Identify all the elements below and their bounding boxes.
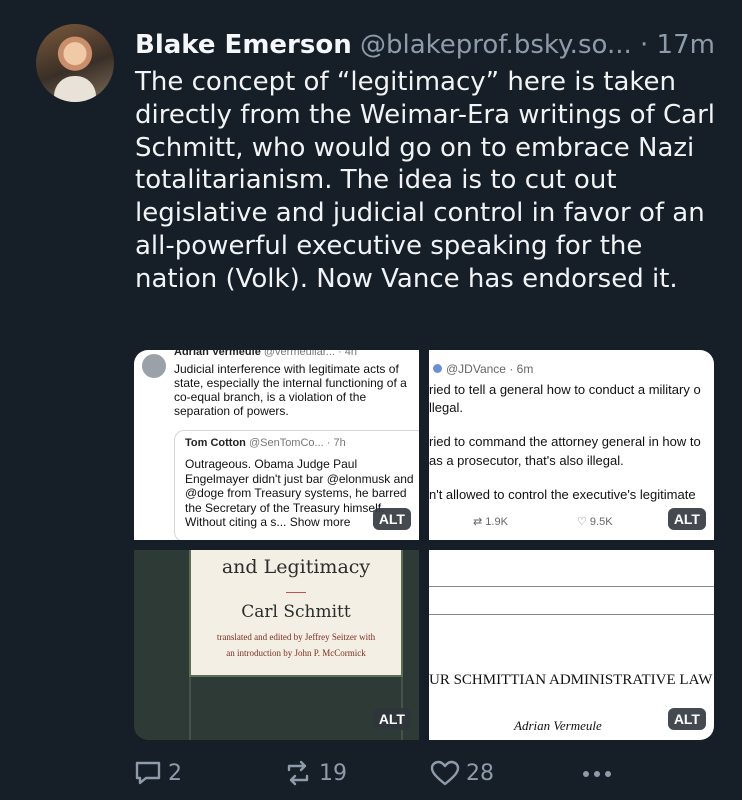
repost-count: 19 <box>319 760 347 786</box>
article-author: Adrian Vermeule <box>514 718 602 733</box>
img1-quote-author: Tom Cotton <box>185 437 246 449</box>
img2-line1: ried to tell a general how to conduct a … <box>429 382 701 397</box>
img1-quote-head: Tom Cotton @SenTomCo... · 7h <box>185 437 346 449</box>
book-rule <box>286 592 306 593</box>
post-header: Blake Emerson @blakeprof.bsky.so... · 17… <box>135 30 715 60</box>
author-handle[interactable]: @blakeprof.bsky.so... <box>360 30 632 60</box>
like-button[interactable]: 28 <box>430 760 494 786</box>
reply-button[interactable]: 2 <box>134 760 182 786</box>
heart-icon <box>430 760 460 786</box>
author-avatar[interactable] <box>36 24 114 102</box>
vermeule-avatar <box>142 354 166 378</box>
img1-quote-handle: @SenTomCo... · 7h <box>248 437 346 449</box>
img2-line5: n't allowed to control the executive's l… <box>429 487 696 502</box>
img2-line3: ried to command the attorney general in … <box>429 434 701 449</box>
reply-count: 2 <box>168 760 182 786</box>
img1-text: Judicial interference with legitimate ac… <box>174 362 407 418</box>
alt-badge-4[interactable]: ALT <box>667 708 706 730</box>
book-credit2: an introduction by John P. McCormick <box>226 648 366 658</box>
img1-handle: @vermeullar... · 4h <box>263 350 357 358</box>
img2-reposts: ⇄ 1.9K <box>473 516 508 528</box>
img2-likes: ♡ 9.5K <box>577 516 613 528</box>
post-text: The concept of “legitimacy” here is take… <box>135 67 716 294</box>
more-options-icon[interactable] <box>580 760 616 786</box>
img2-line2: llegal. <box>429 400 463 415</box>
image-article[interactable]: UR SCHMITTIAN ADMINISTRATIVE LAW Adrian … <box>429 550 714 740</box>
alt-badge-1[interactable]: ALT <box>372 508 411 530</box>
article-rule <box>429 614 714 615</box>
media-grid: Adrian Vermeule @vermeullar... · 4h Judi… <box>134 350 714 740</box>
separator-dot: · <box>640 30 649 60</box>
article-heading: UR SCHMITTIAN ADMINISTRATIVE LAW <box>429 672 713 688</box>
alt-badge-3[interactable]: ALT <box>372 708 411 730</box>
book-cover: and Legitimacy Carl Schmitt translated a… <box>189 550 403 677</box>
repost-button[interactable]: 19 <box>283 760 347 786</box>
article-rule <box>429 586 714 587</box>
reply-icon <box>135 761 161 785</box>
image-book-cover[interactable]: and Legitimacy Carl Schmitt translated a… <box>134 550 419 740</box>
image-vermeule-post[interactable]: Adrian Vermeule @vermeullar... · 4h Judi… <box>134 350 419 540</box>
book-lower-frame <box>189 677 403 740</box>
book-title: and Legitimacy <box>221 556 371 578</box>
post-time[interactable]: 17m <box>657 30 715 60</box>
img2-line4: as a prosecutor, that's also illegal. <box>429 453 624 468</box>
book-credit1: translated and edited by Jeffrey Seitzer… <box>216 632 376 642</box>
img1-author: Adrian Vermeule <box>174 350 261 358</box>
img1-author-line: Adrian Vermeule @vermeullar... · 4h <box>174 350 357 358</box>
like-count: 28 <box>466 760 494 786</box>
image-vance-post[interactable]: @JDVance · 6m ried to tell a general how… <box>429 350 714 540</box>
alt-badge-2[interactable]: ALT <box>667 508 706 530</box>
img2-head: @JDVance · 6m <box>433 362 533 376</box>
repost-icon <box>287 760 309 786</box>
verified-icon <box>433 364 442 373</box>
book-author: Carl Schmitt <box>241 602 351 622</box>
author-name[interactable]: Blake Emerson <box>135 30 352 60</box>
